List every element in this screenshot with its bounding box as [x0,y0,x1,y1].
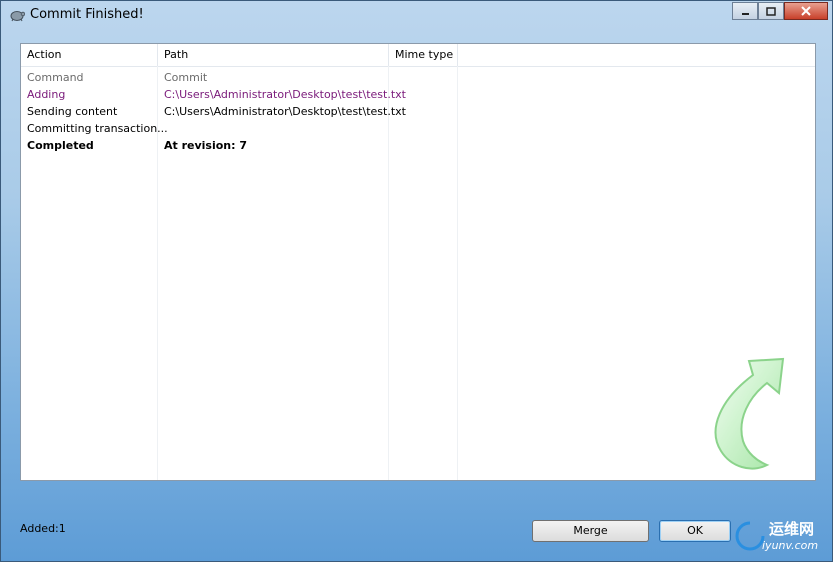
row-action: Committing transaction... [27,122,168,135]
list-row-adding[interactable]: Adding C:\Users\Administrator\Desktop\te… [21,86,815,103]
row-path: C:\Users\Administrator\Desktop\test\test… [164,105,406,118]
column-header-mime-type[interactable]: Mime type [389,44,458,66]
row-path: Commit [164,71,208,84]
row-action: Command [27,71,84,84]
row-action: Completed [27,139,94,152]
list-row-sending-content[interactable]: Sending content C:\Users\Administrator\D… [21,103,815,120]
window-title: Commit Finished! [30,7,144,22]
watermark-brand: 运维网 [769,520,815,538]
column-header-path[interactable]: Path [158,44,389,66]
list-row-committing[interactable]: Committing transaction... [21,120,815,137]
row-action: Sending content [27,105,118,118]
list-row-completed[interactable]: Completed At revision: 7 [21,137,815,154]
caption-buttons [732,2,828,20]
column-header-action[interactable]: Action [21,44,158,66]
minimize-icon [741,12,749,15]
minimize-button[interactable] [732,2,758,20]
list-header: Action Path Mime type [21,44,815,67]
row-action: Adding [27,88,66,101]
merge-button[interactable]: Merge [532,520,649,542]
row-path: C:\Users\Administrator\Desktop\test\test… [164,88,406,101]
close-icon [801,6,811,16]
maximize-icon [766,6,776,16]
commit-arrow-icon [714,357,785,470]
row-path: At revision: 7 [164,139,248,152]
maximize-button[interactable] [758,2,784,20]
merge-button-label: Merge [573,524,608,537]
ok-button-label: OK [687,524,703,537]
ok-button[interactable]: OK [659,520,731,542]
close-button[interactable] [784,2,828,20]
tortoise-icon [10,11,25,22]
commit-finished-dialog: Commit Finished! Action Path Mime type C… [0,0,833,562]
title-bar[interactable]: Commit Finished! [1,1,832,31]
watermark-url: iyunv.com [762,539,819,552]
status-text: Added:1 [20,522,66,535]
list-row-command[interactable]: Command Commit [21,69,815,86]
watermark-logo: 运维网 iyunv.com [734,516,830,558]
